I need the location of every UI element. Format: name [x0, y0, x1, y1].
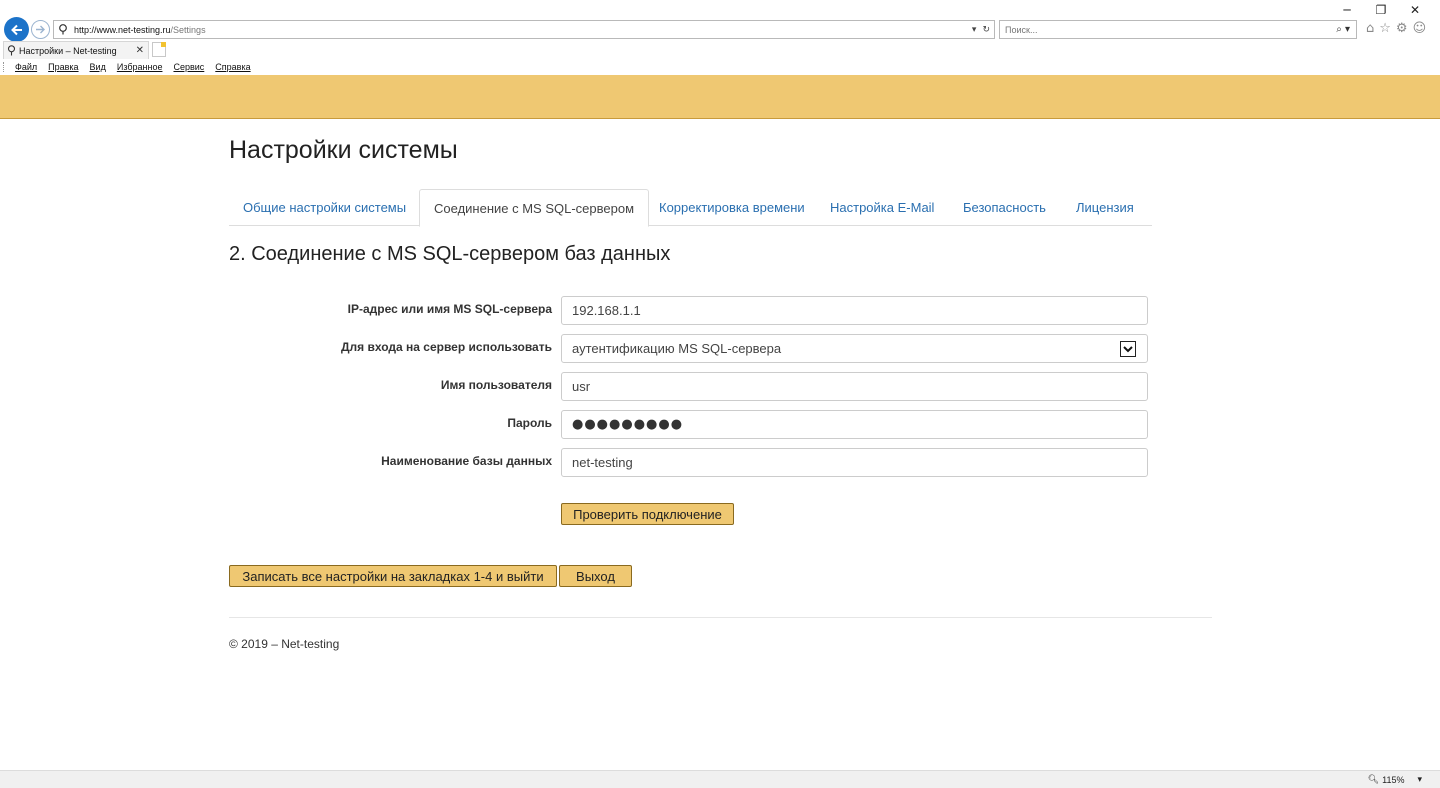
auth-select[interactable]: аутентификацию MS SQL-сервера	[561, 334, 1148, 363]
page-icon	[58, 24, 72, 35]
close-window-icon[interactable]: ✕	[1398, 2, 1432, 18]
zoom-control[interactable]: 🔍︎ 115% ▾	[1368, 774, 1422, 785]
form-row-db: Наименование базы данных net-testing	[229, 448, 1149, 478]
form-row-auth: Для входа на сервер использовать аутенти…	[229, 334, 1149, 364]
menu-file[interactable]: Файл	[15, 62, 37, 72]
form-row-password: Пароль ●●●●●●●●●	[229, 410, 1149, 440]
chevron-down-icon[interactable]: ▾	[972, 25, 977, 35]
page-title: Настройки системы	[229, 136, 458, 164]
settings-tabs: Общие настройки системы Соединение с MS …	[229, 189, 1152, 227]
password-input[interactable]: ●●●●●●●●●	[561, 410, 1148, 439]
database-input[interactable]: net-testing	[561, 448, 1148, 477]
browser-tab-title: Настройки – Net-testing	[19, 45, 117, 56]
section-title: 2. Соединение с MS SQL-сервером баз данн…	[229, 243, 671, 265]
user-label: Имя пользователя	[440, 378, 552, 392]
zoom-icon: 🔍︎	[1367, 774, 1380, 784]
chevron-down-icon[interactable]	[1120, 341, 1136, 357]
browser-tab[interactable]: Настройки – Net-testing ✕	[3, 41, 149, 59]
auth-select-value: аутентификацию MS SQL-сервера	[572, 341, 782, 356]
footer-divider	[229, 617, 1212, 618]
username-input[interactable]: usr	[561, 372, 1148, 401]
refresh-icon[interactable]: ↻	[982, 25, 990, 35]
new-tab-button[interactable]	[152, 42, 166, 57]
back-button[interactable]	[4, 17, 29, 42]
address-url: http://www.net-testing.ru/Settings	[74, 24, 206, 35]
tab-favicon-icon	[7, 45, 16, 56]
exit-button[interactable]: Выход	[559, 565, 632, 587]
db-label: Наименование базы данных	[381, 454, 552, 468]
tab-mssql[interactable]: Соединение с MS SQL-сервером	[419, 189, 650, 227]
minimize-icon[interactable]: ─	[1330, 2, 1364, 18]
test-connection-button[interactable]: Проверить подключение	[561, 503, 734, 525]
save-and-exit-button[interactable]: Записать все настройки на закладках 1-4 …	[229, 565, 557, 587]
menubar-grip	[3, 62, 5, 72]
search-box[interactable]: ⌕ ▾	[999, 20, 1357, 39]
server-input[interactable]: 192.168.1.1	[561, 296, 1148, 325]
search-input[interactable]	[1005, 24, 1305, 35]
tab-email[interactable]: Настройка E-Mail	[816, 189, 948, 226]
address-bar[interactable]: http://www.net-testing.ru/Settings ▾ ↻	[53, 20, 995, 39]
close-tab-icon[interactable]: ✕	[136, 45, 144, 56]
chevron-down-icon[interactable]: ▾	[1417, 774, 1422, 785]
form-row-server: IP-адрес или имя MS SQL-сервера 192.168.…	[229, 296, 1149, 326]
status-bar: 🔍︎ 115% ▾	[0, 770, 1440, 788]
arrow-left-icon	[10, 24, 22, 35]
site-header-bar	[0, 75, 1440, 119]
tab-time[interactable]: Корректировка времени	[645, 189, 819, 226]
auth-label: Для входа на сервер использовать	[340, 340, 552, 354]
menu-bar: Файл Правка Вид Избранное Сервис Справка	[0, 59, 1440, 75]
search-icon[interactable]: ⌕ ▾	[1336, 24, 1350, 35]
browser-chrome: ─ ❐ ✕ http://www.net-testing.ru/Settings…	[0, 0, 1440, 75]
menu-tools[interactable]: Сервис	[173, 62, 204, 72]
menu-view[interactable]: Вид	[90, 62, 106, 72]
tab-license[interactable]: Лицензия	[1062, 189, 1148, 226]
gear-icon[interactable]: ⚙	[1396, 21, 1408, 37]
menu-help[interactable]: Справка	[215, 62, 250, 72]
form-row-user: Имя пользователя usr	[229, 372, 1149, 402]
forward-button[interactable]	[31, 20, 50, 39]
footer-copyright: © 2019 – Net-testing	[229, 637, 340, 651]
smiley-icon[interactable]: ☺	[1413, 21, 1427, 37]
password-label: Пароль	[507, 416, 552, 430]
zoom-level: 115%	[1382, 774, 1405, 785]
tab-general[interactable]: Общие настройки системы	[229, 189, 420, 226]
star-icon[interactable]: ☆	[1379, 21, 1391, 37]
arrow-right-icon	[36, 25, 45, 34]
restore-icon[interactable]: ❐	[1364, 2, 1398, 18]
server-label: IP-адрес или имя MS SQL-сервера	[347, 302, 552, 316]
window-controls: ─ ❐ ✕	[1330, 2, 1432, 18]
menu-favorites[interactable]: Избранное	[117, 62, 163, 72]
menu-edit[interactable]: Правка	[48, 62, 78, 72]
home-icon[interactable]: ⌂	[1366, 21, 1374, 37]
tab-security[interactable]: Безопасность	[949, 189, 1060, 226]
browser-toolbar-icons: ⌂ ☆ ⚙ ☺	[1366, 21, 1426, 37]
browser-tab-row: Настройки – Net-testing ✕	[0, 41, 1440, 59]
